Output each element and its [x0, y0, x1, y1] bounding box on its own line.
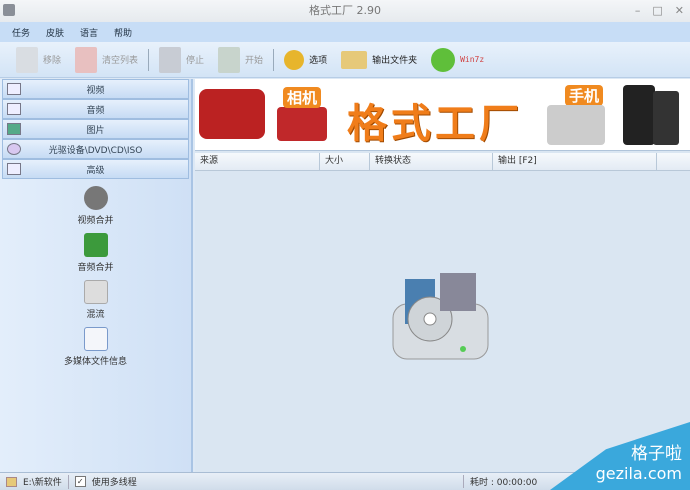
category-video[interactable]: 视频 [2, 79, 189, 99]
toolbar: 移除 清空列表 停止 开始 选项 输出文件夹 Win7z [0, 42, 690, 78]
clear-list-button[interactable]: 清空列表 [71, 46, 142, 73]
category-rom-device[interactable]: 光驱设备\DVD\CD\ISO [2, 139, 189, 159]
minimize-button[interactable]: – [635, 0, 641, 22]
audio-join-icon [83, 233, 108, 257]
format-factory-logo [392, 273, 489, 360]
tool-audio-joiner[interactable]: 音频合并 [0, 233, 191, 273]
separator [67, 474, 69, 489]
sidebar: 视频 音频 图片 光驱设备\DVD\CD\ISO 高级 视频合并 音频合并 混流… [0, 79, 193, 472]
options-button[interactable]: 选项 [280, 49, 331, 70]
menu-help[interactable]: 帮助 [114, 26, 132, 39]
remove-label: 移除 [43, 56, 62, 66]
tool-mux[interactable]: 混流 [0, 280, 191, 320]
tool-label: 混流 [86, 310, 105, 320]
close-button[interactable]: ✕ [675, 0, 684, 22]
tool-label: 音频合并 [77, 263, 114, 273]
category-label: 光驱设备\DVD\CD\ISO [48, 145, 143, 156]
app-icon [3, 4, 15, 16]
start-button[interactable]: 开始 [214, 46, 267, 73]
task-table-header: 来源 大小 转换状态 输出 [F2] [195, 153, 690, 171]
category-label: 音频 [86, 105, 105, 116]
main-panel: 相机 格式工厂 手机 来源 大小 转换状态 输出 [F2] [195, 79, 690, 472]
stop-icon [159, 46, 182, 73]
category-label: 视频 [86, 85, 105, 96]
checklist-icon [83, 327, 108, 351]
win7z-label: Win7z [460, 55, 485, 64]
clear-list-label: 清空列表 [102, 56, 139, 66]
elapsed-time: 耗时 : 00:00:00 [463, 475, 537, 488]
category-audio[interactable]: 音频 [2, 99, 189, 119]
stop-label: 停止 [186, 56, 205, 66]
banner: 相机 格式工厂 手机 [195, 79, 690, 151]
column-status[interactable]: 转换状态 [370, 153, 493, 170]
tool-label: 视频合并 [77, 216, 114, 226]
maximize-button[interactable]: □ [652, 0, 662, 22]
separator [273, 48, 275, 71]
banner-camera-label: 相机 [283, 87, 322, 108]
stop-button[interactable]: 停止 [155, 46, 208, 73]
globe-icon [431, 47, 456, 72]
category-image[interactable]: 图片 [2, 119, 189, 139]
remove-icon [16, 46, 38, 73]
phone-icon [547, 105, 605, 145]
camcorder-icon [199, 89, 265, 139]
start-label: 开始 [245, 56, 264, 66]
column-source[interactable]: 来源 [195, 153, 320, 170]
column-output[interactable]: 输出 [F2] [493, 153, 657, 170]
output-folder-button[interactable]: 输出文件夹 [337, 50, 421, 69]
clear-list-icon [75, 46, 98, 73]
remove-button[interactable]: 移除 [12, 46, 65, 73]
tool-label: 多媒体文件信息 [63, 357, 127, 367]
category-advanced[interactable]: 高级 [2, 159, 189, 179]
menu-language[interactable]: 语言 [80, 26, 98, 39]
output-folder-icon [341, 50, 368, 69]
tool-video-joiner[interactable]: 视频合并 [0, 186, 191, 226]
win7z-button[interactable]: Win7z [427, 47, 488, 72]
banner-title: 格式工厂 [347, 101, 523, 147]
smartphone-icon [623, 85, 655, 145]
mux-icon [83, 280, 108, 304]
column-size[interactable]: 大小 [320, 153, 370, 170]
output-path[interactable]: E:\新软件 [23, 475, 62, 488]
category-label: 图片 [86, 125, 105, 136]
banner-phone-label: 手机 [565, 85, 604, 106]
start-icon [218, 46, 241, 73]
camera-icon [277, 107, 327, 141]
options-label: 选项 [309, 56, 328, 66]
tool-media-info[interactable]: 多媒体文件信息 [0, 327, 191, 367]
menu-skin[interactable]: 皮肤 [46, 26, 64, 39]
window-title: 格式工厂 2.90 [309, 4, 381, 17]
title-bar: 格式工厂 2.90 – □ ✕ [0, 0, 690, 22]
multithread-checkbox[interactable]: ✓ [74, 476, 86, 487]
menu-bar: 任务 皮肤 语言 帮助 [0, 22, 690, 42]
options-icon [284, 49, 305, 70]
film-reel-icon [83, 186, 108, 210]
category-label: 高级 [86, 165, 105, 176]
folder-icon[interactable] [6, 476, 17, 487]
separator [148, 48, 150, 71]
menu-task[interactable]: 任务 [12, 26, 30, 39]
multithread-label: 使用多线程 [91, 478, 137, 488]
pda-icon [653, 91, 679, 145]
output-folder-label: 输出文件夹 [372, 56, 418, 66]
